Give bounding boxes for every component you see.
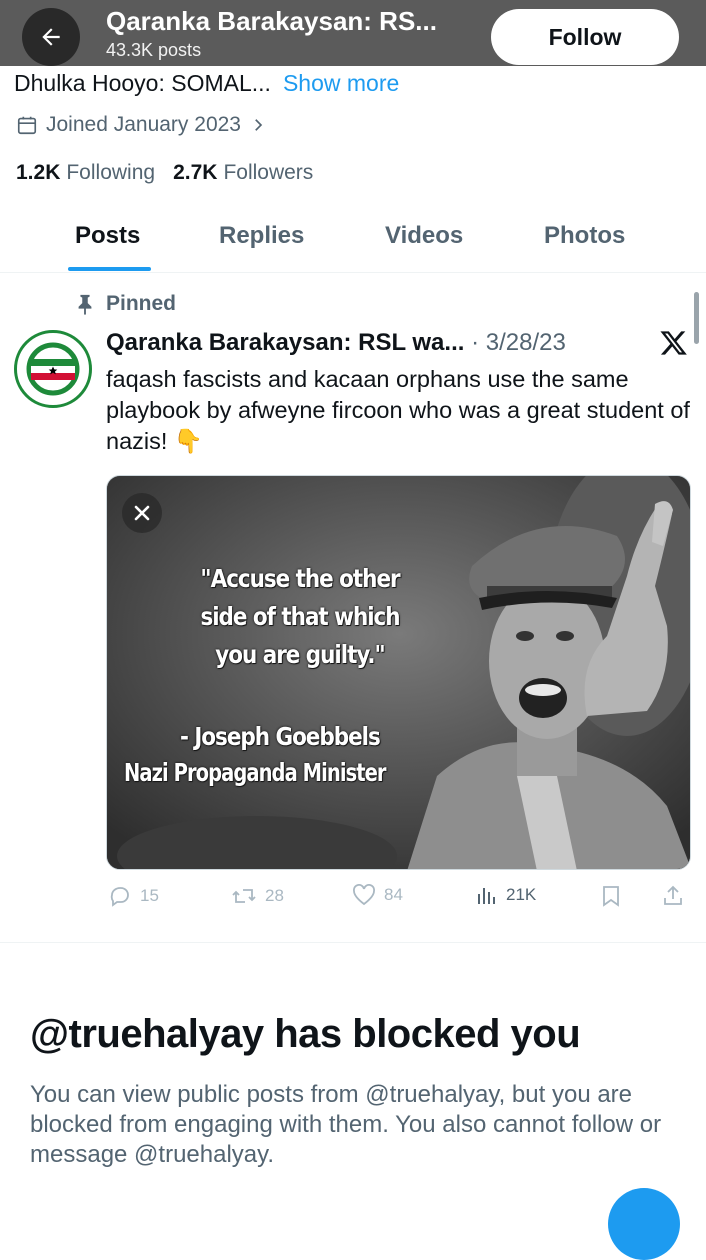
- active-tab-indicator: [68, 267, 151, 271]
- joined-date[interactable]: Joined January 2023: [16, 113, 267, 137]
- scrollbar-thumb[interactable]: [694, 292, 699, 344]
- tweet-author-name[interactable]: Qaranka Barakaysan: RSL wa...: [106, 329, 464, 356]
- x-logo-icon: [660, 331, 687, 355]
- followers-count: 2.7K: [173, 161, 218, 184]
- avatar[interactable]: [14, 330, 92, 408]
- follow-button[interactable]: Follow: [491, 9, 679, 65]
- repost-icon: [232, 889, 256, 903]
- close-media-button[interactable]: [122, 493, 162, 533]
- media-quote-text: "Accuse the other side of that which you…: [200, 564, 400, 669]
- header-title: Qaranka Barakaysan: RS...: [106, 6, 437, 36]
- following-label: Following: [66, 161, 156, 184]
- pin-icon: [78, 294, 92, 315]
- chevron-right-icon: [255, 119, 263, 131]
- header-post-count: 43.3K posts: [106, 40, 202, 60]
- profile-bio: Dhulka Hooyo: SOMAL... Show more: [14, 70, 399, 97]
- pinned-label: Pinned: [106, 292, 177, 315]
- like-count: 84: [384, 885, 403, 904]
- tweet-text: faqash fascists and kacaan orphans use t…: [106, 366, 690, 454]
- repost-count: 28: [265, 886, 284, 905]
- reply-count: 15: [140, 886, 159, 905]
- blocked-description: You can view public posts from @truehaly…: [30, 1081, 662, 1168]
- somaliland-emblem-icon: [19, 335, 87, 403]
- section-divider: [0, 942, 706, 943]
- tweet-header: Qaranka Barakaysan: RSL wa... · 3/28/23: [106, 329, 566, 357]
- like-icon: [353, 884, 375, 906]
- share-button[interactable]: [662, 884, 684, 908]
- back-arrow-icon: [42, 28, 60, 46]
- blocked-title: @truehalyay has blocked you: [30, 1012, 581, 1056]
- compose-post-button[interactable]: [608, 1188, 680, 1260]
- follow-stats: 1.2K Following 2.7K Followers: [16, 161, 313, 185]
- show-more-link[interactable]: Show more: [283, 70, 399, 96]
- tab-posts[interactable]: Posts: [75, 222, 140, 250]
- views-icon: [478, 888, 495, 904]
- following-count: 1.2K: [16, 161, 61, 184]
- repost-button[interactable]: 28: [231, 884, 284, 908]
- profile-tabs: Posts Replies Videos Photos: [0, 212, 706, 273]
- tweet-actions: 15 28 84 21K: [0, 880, 706, 920]
- bookmark-button[interactable]: [600, 884, 622, 908]
- views-count: 21K: [506, 885, 537, 904]
- tab-videos[interactable]: Videos: [385, 222, 463, 250]
- bio-text: Dhulka Hooyo: SOMAL...: [14, 70, 271, 96]
- like-button[interactable]: 84: [352, 884, 403, 906]
- reply-icon: [110, 887, 129, 907]
- calendar-icon: [17, 116, 37, 135]
- tab-photos[interactable]: Photos: [544, 222, 625, 250]
- close-icon: [134, 505, 150, 521]
- back-button[interactable]: [22, 8, 80, 66]
- share-icon: [664, 885, 682, 905]
- media-attribution-title: Nazi Propaganda Minister: [124, 758, 387, 787]
- pinned-indicator: Pinned: [76, 292, 176, 316]
- followers-link[interactable]: 2.7K Followers: [173, 161, 313, 185]
- reply-button[interactable]: 15: [108, 884, 159, 908]
- tweet-date[interactable]: · 3/28/23: [471, 329, 566, 356]
- media-attribution-name: - Joseph Goebbels: [180, 722, 381, 751]
- views-button[interactable]: 21K: [476, 884, 536, 906]
- following-link[interactable]: 1.2K Following: [16, 161, 155, 185]
- followers-label: Followers: [223, 161, 314, 184]
- joined-text: Joined January 2023: [46, 113, 241, 136]
- profile-header: Qaranka Barakaysan: RS... 43.3K posts Fo…: [0, 0, 706, 66]
- tab-replies[interactable]: Replies: [219, 222, 304, 250]
- bookmark-icon: [603, 886, 619, 907]
